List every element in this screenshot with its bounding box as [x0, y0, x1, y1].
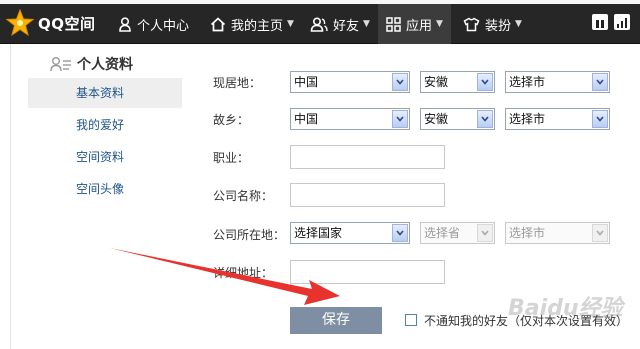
shirt-icon	[463, 17, 480, 31]
chevron-down-icon: ▼	[515, 19, 522, 29]
select-value: 选择国家	[294, 226, 343, 240]
chevron-down-icon	[392, 224, 408, 242]
chevron-down-icon	[477, 224, 493, 242]
occupation-label: 职业：	[213, 151, 250, 165]
sidebar-divider	[10, 44, 11, 349]
save-button[interactable]: 保存	[290, 307, 382, 334]
chevron-down-icon: ▼	[287, 19, 294, 29]
apps-icon	[386, 16, 401, 32]
nav-my-homepage[interactable]: 我的主页 ▼	[210, 4, 294, 44]
chevron-down-icon: ▼	[436, 19, 443, 29]
nav-label: 个人中心	[137, 18, 190, 34]
select-value: 安徽	[424, 112, 449, 126]
chevron-down-icon	[392, 73, 408, 91]
hometown-country-select[interactable]: 中国	[290, 108, 410, 130]
brand-name: QQ空间	[38, 14, 96, 33]
sidebar-item-basic-info[interactable]: 基本资料	[28, 78, 182, 108]
notify-friends-checkbox[interactable]	[405, 314, 417, 326]
nav-friends[interactable]: 好友 ▼	[310, 4, 370, 44]
sidebar-item-space-info[interactable]: 空间资料	[28, 142, 182, 172]
right-tools	[592, 14, 630, 30]
notify-friends-label: 不通知我的好友（仅对本次设置有效）	[424, 314, 629, 328]
hometown-city-select[interactable]: 选择市	[505, 108, 610, 130]
sidebar-title-label: 个人资料	[77, 57, 133, 73]
chevron-down-icon	[592, 110, 608, 128]
top-nav-bar: QQ空间 个人中心 我的主页 ▼ 好友 ▼ 应用 ▼ 装扮 ▼	[0, 0, 640, 44]
hometown-province-select[interactable]: 安徽	[420, 108, 495, 130]
pause-icon[interactable]	[592, 14, 608, 30]
nav-apps[interactable]: 应用 ▼	[378, 4, 451, 44]
nav-decorate[interactable]: 装扮 ▼	[463, 4, 522, 44]
sidebar-item-hobbies[interactable]: 我的爱好	[28, 110, 182, 140]
star-logo-icon	[6, 9, 34, 37]
address-label: 详细地址：	[213, 266, 274, 280]
company-province-select: 选择省	[420, 222, 495, 244]
chevron-down-icon	[477, 73, 493, 91]
sidebar-item-avatar[interactable]: 空间头像	[28, 174, 182, 204]
chevron-down-icon	[592, 73, 608, 91]
residence-city-select[interactable]: 选择市	[505, 71, 610, 93]
sidebar-title: 个人资料	[50, 54, 133, 74]
chevron-down-icon	[592, 224, 608, 242]
residence-province-select[interactable]: 安徽	[420, 71, 495, 93]
company-location-label: 公司所在地：	[213, 228, 286, 242]
nav-label: 我的主页	[231, 18, 284, 34]
nav-label: 装扮	[485, 18, 512, 34]
chevron-down-icon	[477, 110, 493, 128]
hometown-label: 故乡：	[213, 113, 250, 127]
qzone-profile-page: QQ空间 个人中心 我的主页 ▼ 好友 ▼ 应用 ▼ 装扮 ▼ 个人资料 基本资…	[0, 0, 640, 349]
select-value: 中国	[294, 75, 319, 89]
home-icon	[210, 16, 226, 31]
chevron-down-icon	[392, 110, 408, 128]
residence-country-select[interactable]: 中国	[290, 71, 410, 93]
nav-label: 好友	[333, 18, 360, 34]
company-country-select[interactable]: 选择国家	[290, 222, 410, 244]
chevron-down-icon: ▼	[363, 19, 370, 29]
select-value: 安徽	[424, 75, 449, 89]
address-input[interactable]	[290, 260, 445, 284]
friends-icon	[310, 16, 328, 32]
company-name-input[interactable]	[290, 183, 445, 207]
qzone-logo[interactable]: QQ空间	[6, 8, 96, 38]
company-city-select: 选择市	[505, 222, 610, 244]
profile-sidebar: 个人资料 基本资料 我的爱好 空间资料 空间头像	[0, 44, 190, 349]
select-value: 选择省	[424, 226, 461, 240]
select-value: 选择市	[509, 112, 546, 126]
profile-card-icon	[50, 57, 71, 72]
select-value: 选择市	[509, 75, 546, 89]
residence-label: 现居地：	[213, 76, 262, 90]
nav-personal-center[interactable]: 个人中心	[118, 4, 189, 44]
select-value: 选择市	[509, 226, 546, 240]
nav-label: 应用	[406, 18, 433, 34]
person-icon	[119, 16, 131, 32]
occupation-input[interactable]	[290, 145, 445, 169]
company-name-label: 公司名称：	[213, 189, 274, 203]
select-value: 中国	[294, 112, 319, 126]
signal-bars-icon[interactable]	[614, 14, 630, 30]
